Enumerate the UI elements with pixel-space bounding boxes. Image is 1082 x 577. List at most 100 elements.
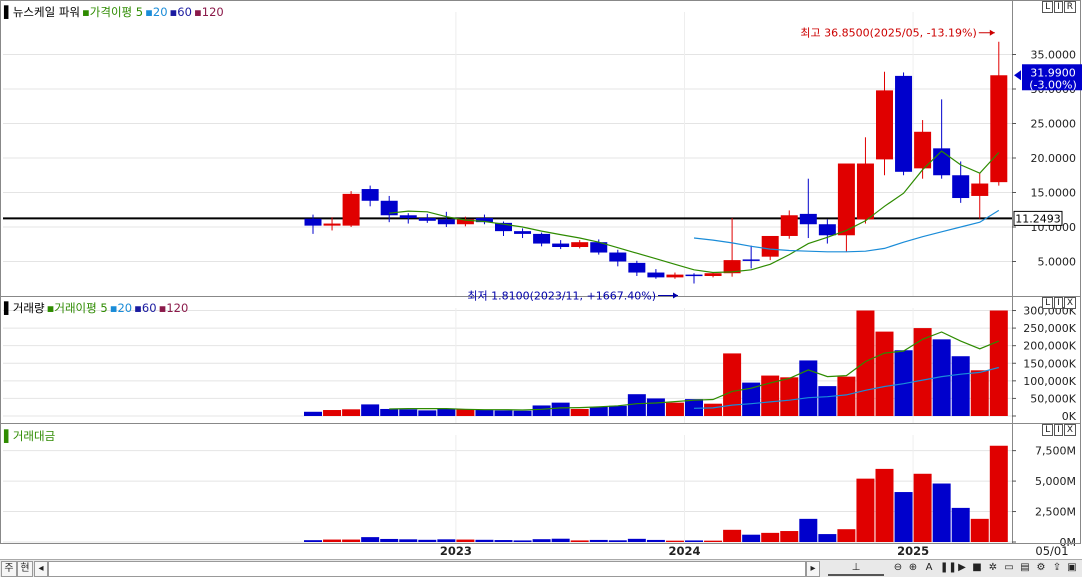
amount-bar: [913, 473, 932, 542]
volume-bar: [913, 328, 932, 416]
volume-bar: [589, 406, 608, 416]
candle-body: [342, 193, 360, 226]
candle-body: [514, 231, 532, 234]
legend-entry: ▪120: [158, 301, 189, 315]
window-icon[interactable]: ▭: [1003, 562, 1015, 574]
tab-current[interactable]: 현: [17, 561, 33, 577]
volume-bar: [475, 410, 494, 416]
save-icon[interactable]: ▣: [1066, 562, 1078, 574]
candle-body: [437, 219, 455, 225]
tab-weekly[interactable]: 주: [1, 561, 17, 577]
amount-bar: [494, 540, 513, 542]
volume-bar: [837, 376, 856, 416]
volume-bar: [532, 405, 551, 416]
legend-entry: ▪60: [134, 301, 157, 315]
volume-tick-label: 250,000K: [1023, 322, 1076, 335]
amount-tick-label: 5,000M: [1035, 475, 1076, 488]
amount-bar: [513, 540, 532, 542]
scroll-left-icon[interactable]: ◂: [34, 561, 48, 577]
candle-body: [761, 235, 779, 257]
volume-bar: [494, 410, 513, 416]
volume-bar: [780, 377, 799, 416]
panel-button-l[interactable]: L: [1042, 424, 1054, 436]
zoom-slider-icon[interactable]: ⊥: [828, 562, 884, 576]
candle-body: [837, 163, 855, 236]
gear-icon[interactable]: ⚙: [1035, 562, 1047, 574]
volume-bar: [608, 405, 627, 416]
price-tick-label: 25.0000: [1031, 118, 1077, 131]
candle-body: [361, 189, 379, 201]
price-legend: ▌뉴스케일 파워 ▪가격이평 5 ▪20 ▪60 ▪120: [4, 4, 226, 20]
amount-bar: [989, 445, 1008, 542]
candle-body: [666, 274, 684, 278]
volume-bar: [704, 403, 723, 416]
pause-icon[interactable]: ❚❚: [940, 562, 957, 574]
candle-body: [780, 215, 798, 236]
amount-bar: [970, 518, 989, 542]
volume-bar: [399, 409, 418, 416]
volume-bar: [685, 399, 703, 416]
x-axis-label: 05/01: [1035, 544, 1068, 558]
amount-tick-label: 7,500M: [1035, 445, 1076, 458]
amount-bar: [608, 540, 627, 542]
amount-bar: [342, 539, 361, 542]
candle-body: [628, 262, 646, 273]
candle-body: [399, 215, 417, 219]
volume-bar: [323, 410, 342, 416]
amount-bar: [399, 539, 418, 542]
export-icon[interactable]: ⇪: [1051, 562, 1063, 574]
panel-button-i[interactable]: I: [1054, 1, 1063, 13]
low-annotation: 최저 1.8100(2023/11, +1667.40%): [467, 290, 656, 303]
panel-button-i[interactable]: I: [1054, 424, 1063, 436]
panel-button-l[interactable]: L: [1042, 297, 1054, 309]
volume-tick-label: 50,000K: [1030, 392, 1076, 405]
volume-panel-buttons[interactable]: LIX: [1041, 297, 1076, 309]
amount-bar: [780, 531, 799, 542]
volume-bar: [570, 408, 589, 416]
amount-panel-buttons[interactable]: LIX: [1041, 424, 1076, 436]
horizontal-scrollbar[interactable]: [48, 561, 806, 577]
candle-body: [799, 213, 817, 225]
panel-button-i[interactable]: I: [1054, 297, 1063, 309]
legend-entry: ▌거래대금: [4, 429, 56, 443]
volume-bar: [970, 370, 989, 416]
text-a-icon[interactable]: A: [923, 562, 935, 574]
candle-body: [571, 242, 589, 248]
play-icon[interactable]: ▶: [956, 562, 968, 574]
panel-button-r[interactable]: R: [1063, 1, 1076, 13]
volume-bar: [342, 409, 361, 416]
candle-body: [895, 75, 913, 172]
stop-icon[interactable]: ■: [971, 562, 983, 574]
amount-bar: [799, 518, 818, 542]
zoom-in-icon[interactable]: ⊕: [907, 562, 919, 574]
volume-bar: [437, 408, 456, 416]
price-tick-label: 20.0000: [1031, 152, 1077, 165]
amount-bar: [304, 540, 322, 542]
price-tick-label: 5.0000: [1038, 256, 1077, 269]
legend-entry: ▪가격이평 5: [81, 5, 144, 19]
settings-icon[interactable]: ✲: [987, 562, 999, 574]
volume-tick-label: 0K: [1062, 410, 1077, 423]
price-tick-label: 15.0000: [1031, 187, 1077, 200]
x-axis-label: 2025: [897, 544, 929, 558]
amount-bar: [475, 539, 494, 542]
volume-bar: [551, 402, 570, 416]
amount-bar: [742, 534, 761, 542]
amount-bar: [627, 538, 646, 542]
candle-body: [876, 90, 893, 160]
price-panel-buttons[interactable]: LIR: [1041, 1, 1076, 13]
amount-bar: [875, 468, 894, 542]
volume-bar: [380, 408, 399, 416]
candle-body: [742, 259, 760, 261]
panel-button-x[interactable]: X: [1063, 424, 1076, 436]
scroll-right-icon[interactable]: ▸: [806, 561, 820, 577]
amount-bar: [437, 539, 456, 542]
candle-body: [533, 233, 551, 244]
panel-button-l[interactable]: L: [1042, 1, 1054, 13]
zoom-out-icon[interactable]: ⊖: [892, 562, 904, 574]
panel-button-x[interactable]: X: [1063, 297, 1076, 309]
volume-bar: [513, 410, 532, 416]
amount-bar: [894, 492, 913, 542]
layout-icon[interactable]: ▤: [1019, 562, 1031, 574]
x-axis-label: 2023: [440, 544, 472, 558]
